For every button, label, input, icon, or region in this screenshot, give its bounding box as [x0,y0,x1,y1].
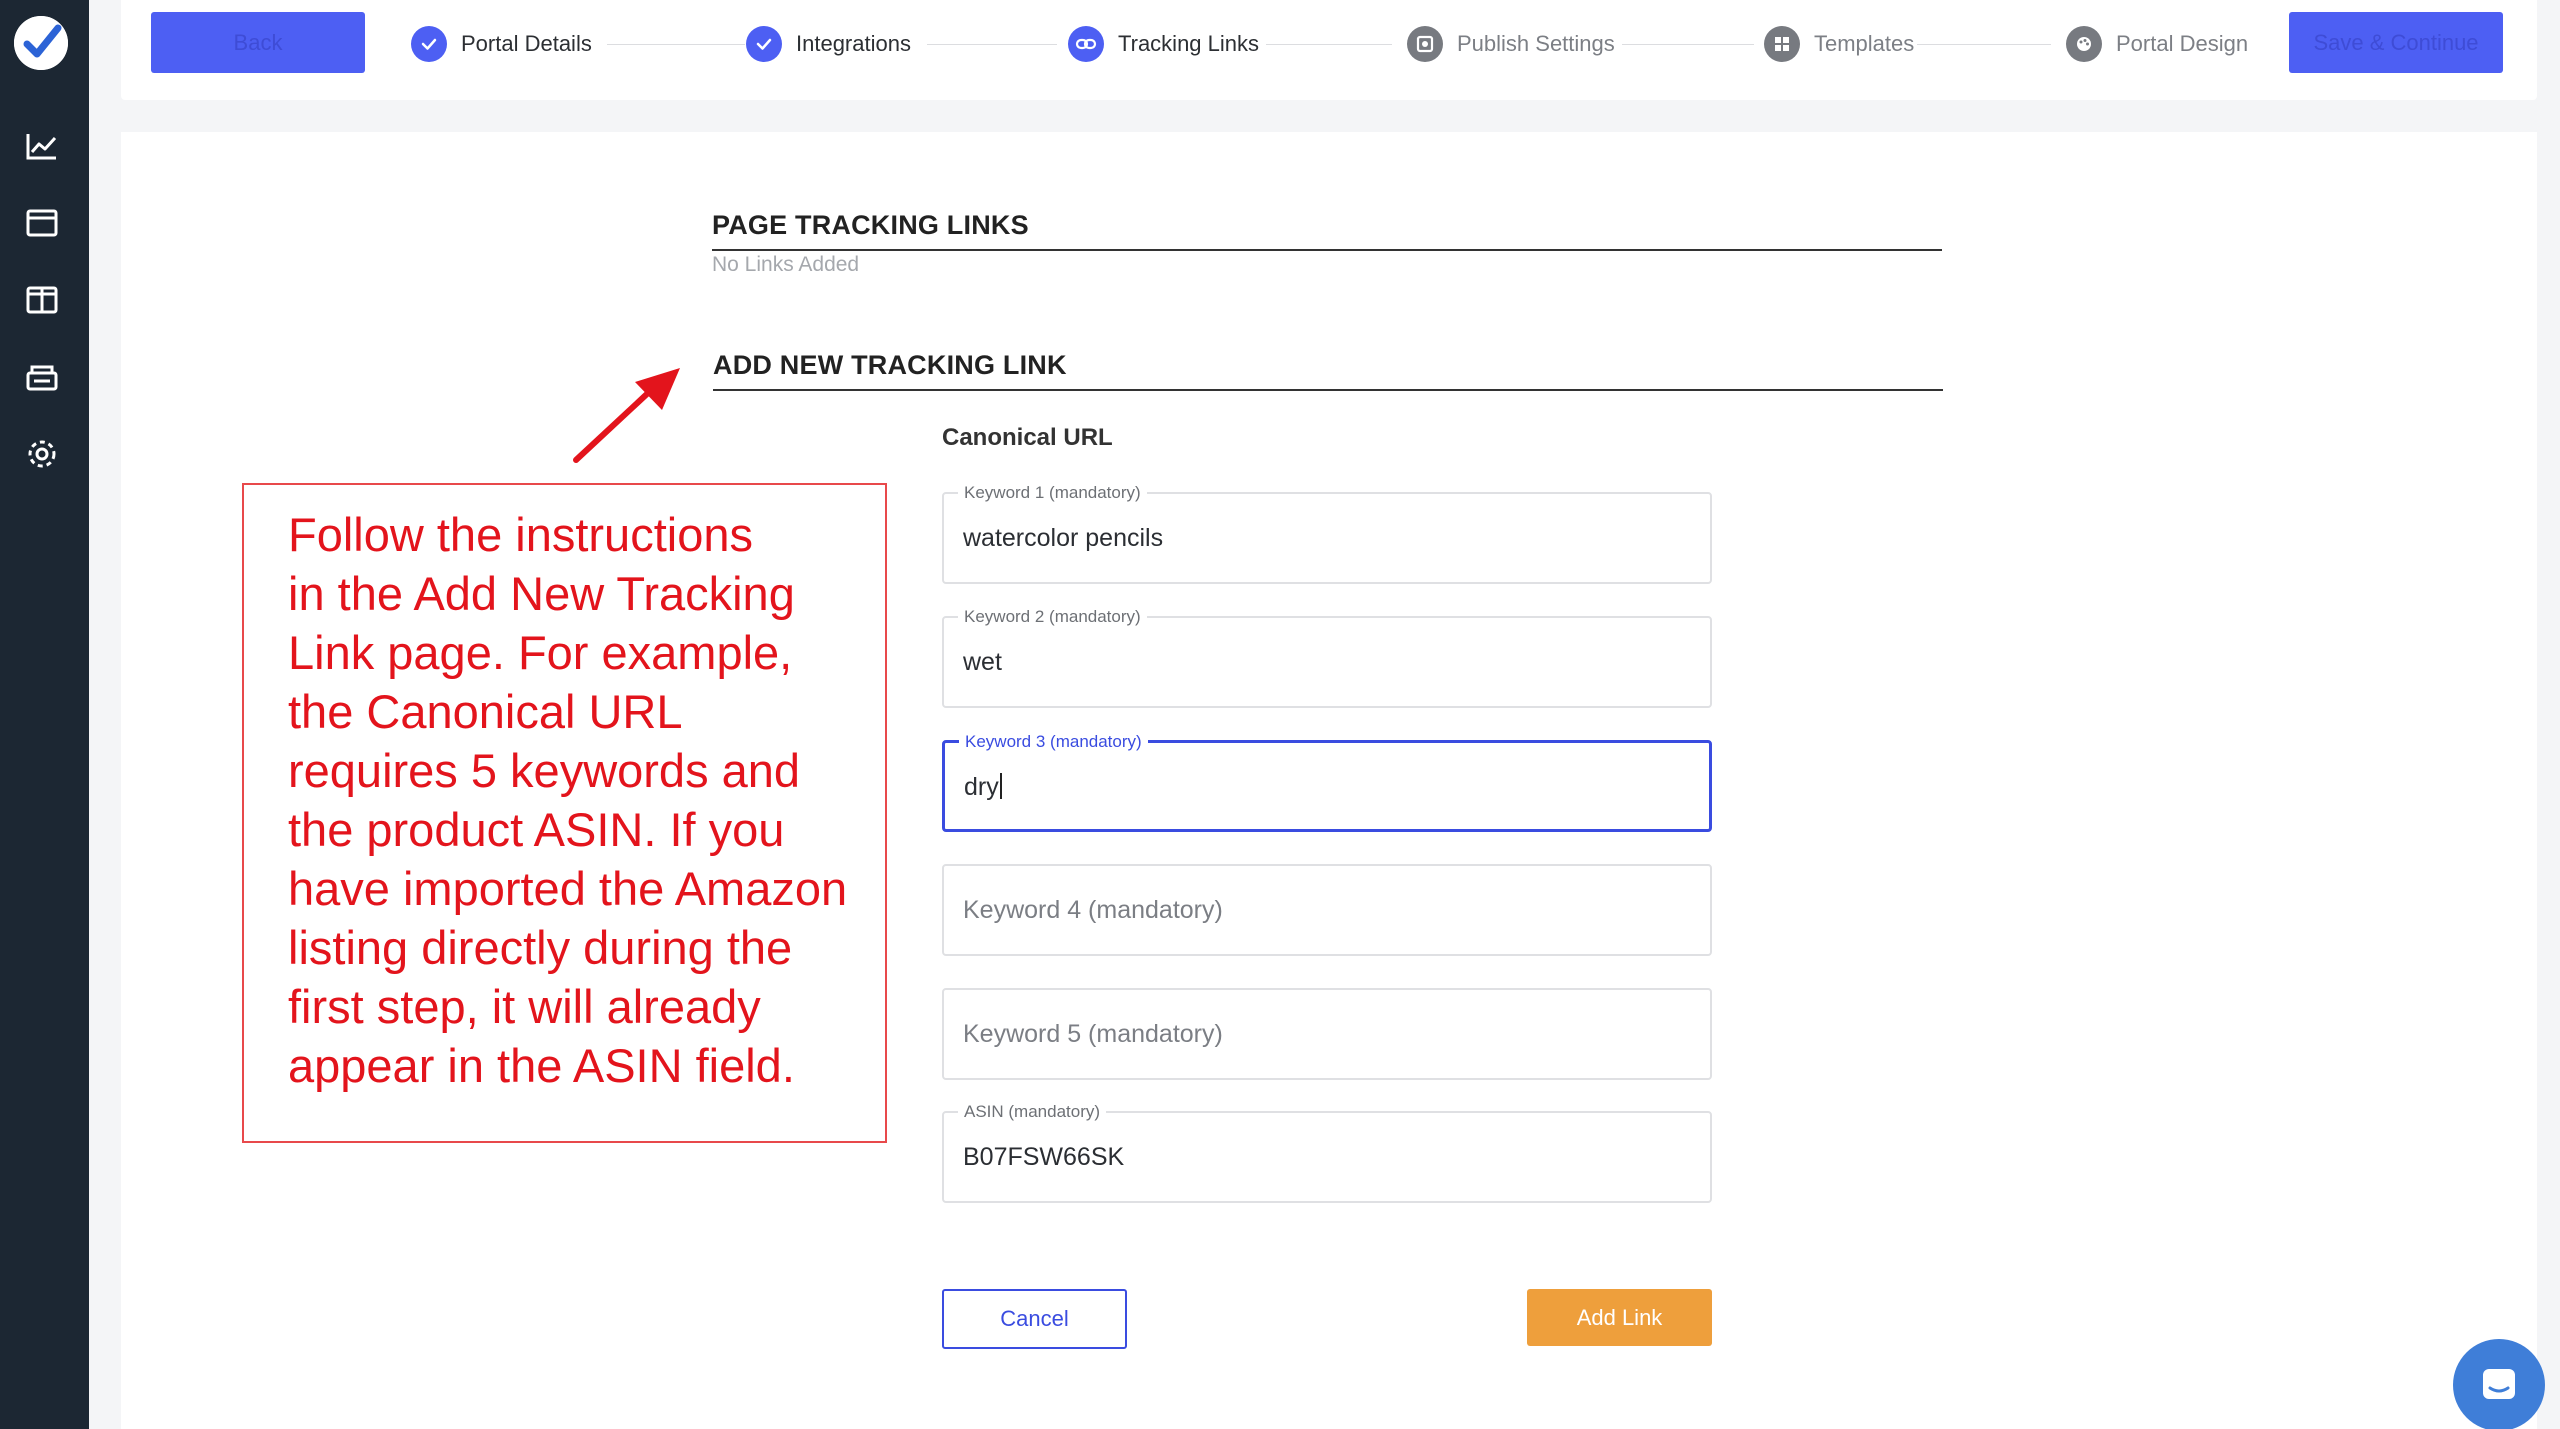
sidebar [0,0,89,1429]
step-tracking-links[interactable]: Tracking Links [1068,25,1259,63]
field-label: ASIN (mandatory) [958,1102,1107,1122]
chat-launcher-icon[interactable] [2453,1339,2545,1429]
keyword-2-field[interactable]: Keyword 2 (mandatory) wet [942,607,1712,708]
inbox-stack-icon[interactable] [22,357,62,397]
step-connector [927,44,1057,45]
page-tracking-links-title: PAGE TRACKING LINKS [712,210,1029,240]
browser-window-icon[interactable] [22,203,62,243]
annotation-line: listing directly during the [288,921,793,974]
canonical-url-label: Canonical URL [942,424,1113,451]
annotation-line: Link page. For example, [288,626,793,679]
step-label: Portal Design [2116,31,2249,56]
annotation-line: Follow the instructions [288,508,753,561]
palette-icon [2066,26,2102,62]
keyword-3-field[interactable]: Keyword 3 (mandatory) dry [942,732,1712,832]
link-icon [1068,26,1104,62]
step-label: Tracking Links [1118,31,1260,56]
layout-columns-icon[interactable] [22,280,62,320]
empty-state-text: No Links Added [712,253,860,276]
check-icon [411,26,447,62]
step-portal-design[interactable]: Portal Design [2066,25,2248,63]
divider [712,249,1942,251]
annotation-line: the Canonical URL [288,685,683,738]
keyword-5-field[interactable]: Keyword 5 (mandatory) [942,988,1712,1080]
analytics-icon[interactable] [22,126,62,166]
annotation-line: first step, it will already [288,980,761,1033]
step-label: Integrations [796,31,911,56]
check-icon [746,26,782,62]
add-link-button[interactable]: Add Link [1527,1289,1712,1346]
step-integrations[interactable]: Integrations [746,25,911,63]
step-publish-settings[interactable]: Publish Settings [1407,25,1615,63]
add-tracking-link-title: ADD NEW TRACKING LINK [713,350,1067,380]
field-value: B07FSW66SK [963,1143,1125,1171]
asin-field[interactable]: ASIN (mandatory) B07FSW66SK [942,1102,1712,1203]
cancel-button[interactable]: Cancel [942,1289,1127,1349]
field-value-text: dry [964,773,999,801]
field-value: dry [964,773,1002,802]
step-label: Templates [1814,31,1915,56]
save-continue-button[interactable]: Save & Continue [2289,12,2503,73]
annotation-arrow-icon [573,368,680,463]
annotation-text: Follow the instructions in the Add New T… [288,505,888,1095]
step-connector [1622,44,1754,45]
step-connector [1266,44,1392,45]
field-placeholder: Keyword 5 (mandatory) [963,1020,1223,1048]
step-label: Publish Settings [1457,31,1615,56]
step-label: Portal Details [461,31,592,56]
step-portal-details[interactable]: Portal Details [411,25,592,63]
logo-check-icon[interactable] [14,16,68,70]
gear-icon[interactable] [22,434,62,474]
keyword-4-field[interactable]: Keyword 4 (mandatory) [942,864,1712,956]
annotation-line: appear in the ASIN field. [288,1039,795,1092]
text-caret [999,773,1002,799]
field-value: watercolor pencils [963,524,1164,552]
publish-icon [1407,26,1443,62]
field-value: wet [963,648,1002,676]
step-connector [1917,44,2051,45]
field-label: Keyword 1 (mandatory) [958,483,1147,503]
templates-icon [1764,26,1800,62]
annotation-line: have imported the Amazon [288,862,848,915]
step-connector [607,44,745,45]
field-placeholder: Keyword 4 (mandatory) [963,896,1223,924]
annotation-line: the product ASIN. If you [288,803,785,856]
field-label: Keyword 2 (mandatory) [958,607,1147,627]
step-templates[interactable]: Templates [1764,25,1914,63]
back-button[interactable]: Back [151,12,365,73]
annotation-line: in the Add New Tracking [288,567,795,620]
divider [713,389,1943,391]
annotation-line: requires 5 keywords and [288,744,801,797]
keyword-1-field[interactable]: Keyword 1 (mandatory) watercolor pencils [942,483,1712,584]
field-label: Keyword 3 (mandatory) [959,732,1148,752]
